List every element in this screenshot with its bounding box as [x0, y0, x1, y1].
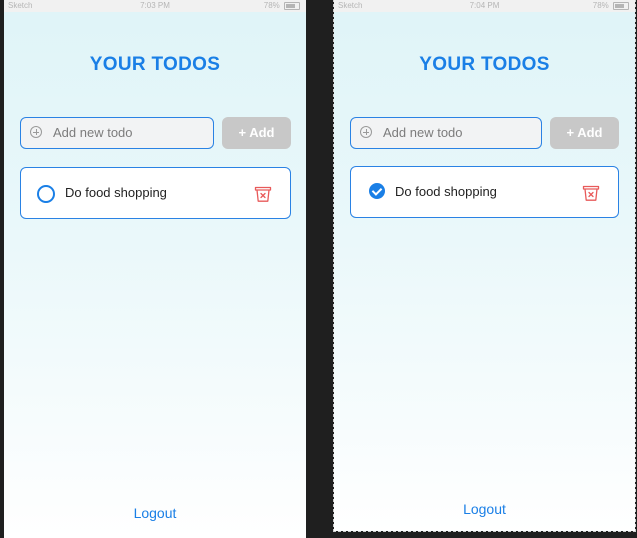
battery-indicator: 78%: [264, 0, 300, 12]
comparison-canvas: Sketch 7:03 PM 78% YOUR TODOS + Add Do f…: [0, 0, 637, 538]
status-time: 7:03 PM: [140, 1, 170, 10]
battery-icon: [613, 1, 629, 10]
trash-icon[interactable]: [254, 185, 272, 203]
add-todo-button[interactable]: + Add: [222, 117, 291, 149]
battery-percent: 78%: [263, 1, 280, 10]
logout-link[interactable]: Logout: [4, 505, 306, 521]
plus-circle-icon: [30, 126, 42, 138]
status-bar: Sketch 7:03 PM 78%: [4, 0, 306, 12]
todo-text: Do food shopping: [395, 184, 497, 199]
battery-indicator: 78%: [593, 0, 629, 12]
new-todo-input[interactable]: [383, 118, 533, 148]
status-bar: Sketch 7:04 PM 78%: [334, 0, 635, 12]
new-todo-field[interactable]: [350, 117, 542, 149]
battery-icon: [284, 1, 300, 10]
status-time: 7:04 PM: [469, 1, 500, 10]
plus-circle-icon: [360, 126, 372, 138]
battery-percent: 78%: [592, 1, 609, 10]
new-todo-input[interactable]: [53, 118, 203, 148]
phone-screen-right: Sketch 7:04 PM 78% YOUR TODOS + Add Do f…: [333, 0, 636, 532]
todo-item: Do food shopping: [350, 166, 619, 218]
trash-icon[interactable]: [582, 184, 600, 202]
phone-screen-left: Sketch 7:03 PM 78% YOUR TODOS + Add Do f…: [4, 0, 306, 538]
circle-outline-icon[interactable]: [37, 185, 55, 203]
page-title: YOUR TODOS: [419, 54, 550, 75]
check-circle-icon[interactable]: [369, 183, 385, 199]
add-todo-button[interactable]: + Add: [550, 117, 619, 149]
page-title: YOUR TODOS: [89, 54, 221, 75]
todo-item: Do food shopping: [20, 167, 291, 219]
logout-link[interactable]: Logout: [334, 501, 635, 517]
todo-text: Do food shopping: [65, 185, 167, 200]
new-todo-field[interactable]: [20, 117, 214, 149]
